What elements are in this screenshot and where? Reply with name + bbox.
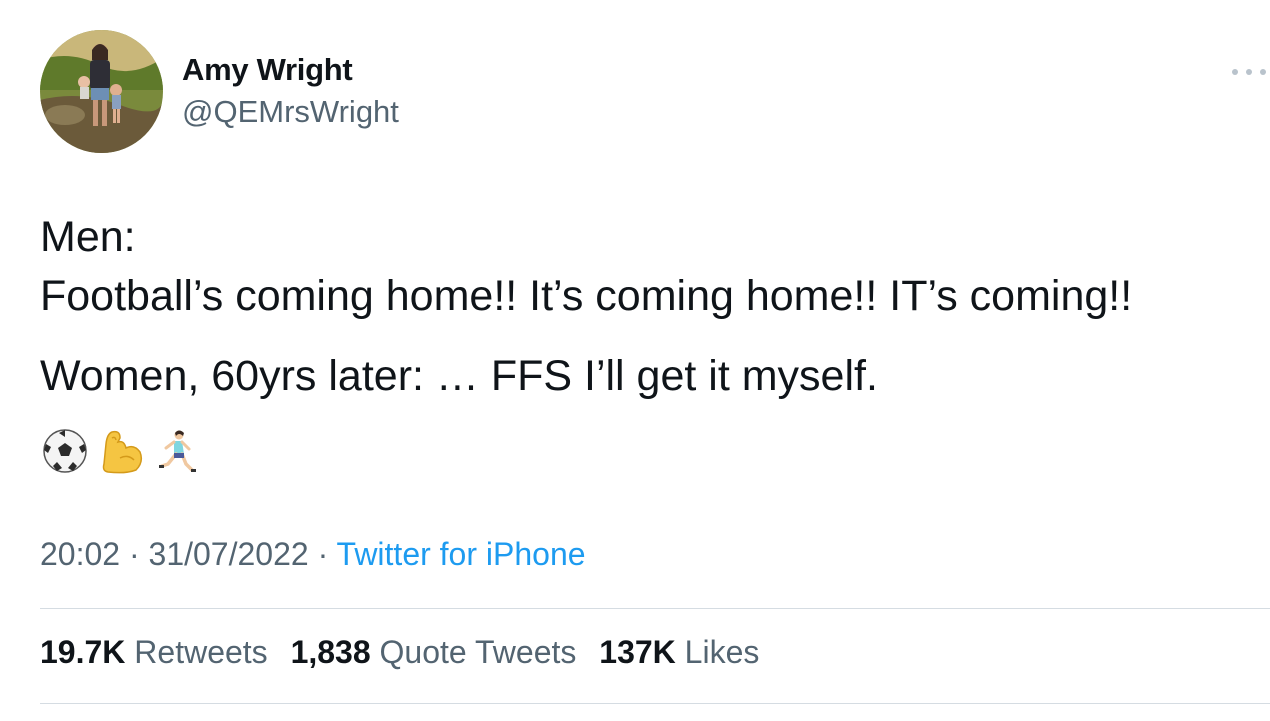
soccer-ball-icon [43, 429, 87, 473]
divider [40, 703, 1270, 704]
author-display-name[interactable]: Amy Wright [182, 52, 353, 88]
quote-tweets-count: 1,838 [290, 634, 371, 670]
tweet-source-link[interactable]: Twitter for iPhone [337, 536, 586, 572]
dot [1232, 69, 1238, 75]
divider [40, 608, 1270, 609]
more-options-icon[interactable] [1232, 62, 1266, 82]
quote-tweets-label: Quote Tweets [379, 634, 577, 670]
likes-label: Likes [684, 634, 760, 670]
dot [1246, 69, 1252, 75]
flexed-biceps-icon [102, 430, 143, 474]
likes-stat[interactable]: 137K Likes [599, 634, 773, 670]
emoji-row [42, 428, 200, 474]
tweet-meta: 20:02 · 31/07/2022 · Twitter for iPhone [40, 536, 586, 573]
engagement-stats: 19.7K Retweets 1,838 Quote Tweets 137K L… [40, 634, 773, 671]
likes-count: 137K [599, 634, 676, 670]
avatar[interactable] [40, 30, 163, 153]
quote-tweets-stat[interactable]: 1,838 Quote Tweets [291, 634, 591, 670]
woman-running-icon [159, 430, 196, 472]
retweets-label: Retweets [134, 634, 268, 670]
tweet-time[interactable]: 20:02 [40, 536, 120, 572]
dot [1260, 69, 1266, 75]
avatar-photo [40, 30, 163, 153]
tweet-text-line: Women, 60yrs later: … FFS I’ll get it my… [40, 352, 878, 400]
tweet-text-line: Football’s coming home!! It’s coming hom… [40, 272, 1133, 320]
tweet-date[interactable]: 31/07/2022 [149, 536, 309, 572]
author-handle[interactable]: @QEMrsWright [182, 94, 399, 130]
retweets-count: 19.7K [40, 634, 126, 670]
separator: · [308, 536, 337, 572]
retweets-stat[interactable]: 19.7K Retweets [40, 634, 282, 670]
tweet-text-line: Men: [40, 213, 136, 261]
separator: · [120, 536, 149, 572]
